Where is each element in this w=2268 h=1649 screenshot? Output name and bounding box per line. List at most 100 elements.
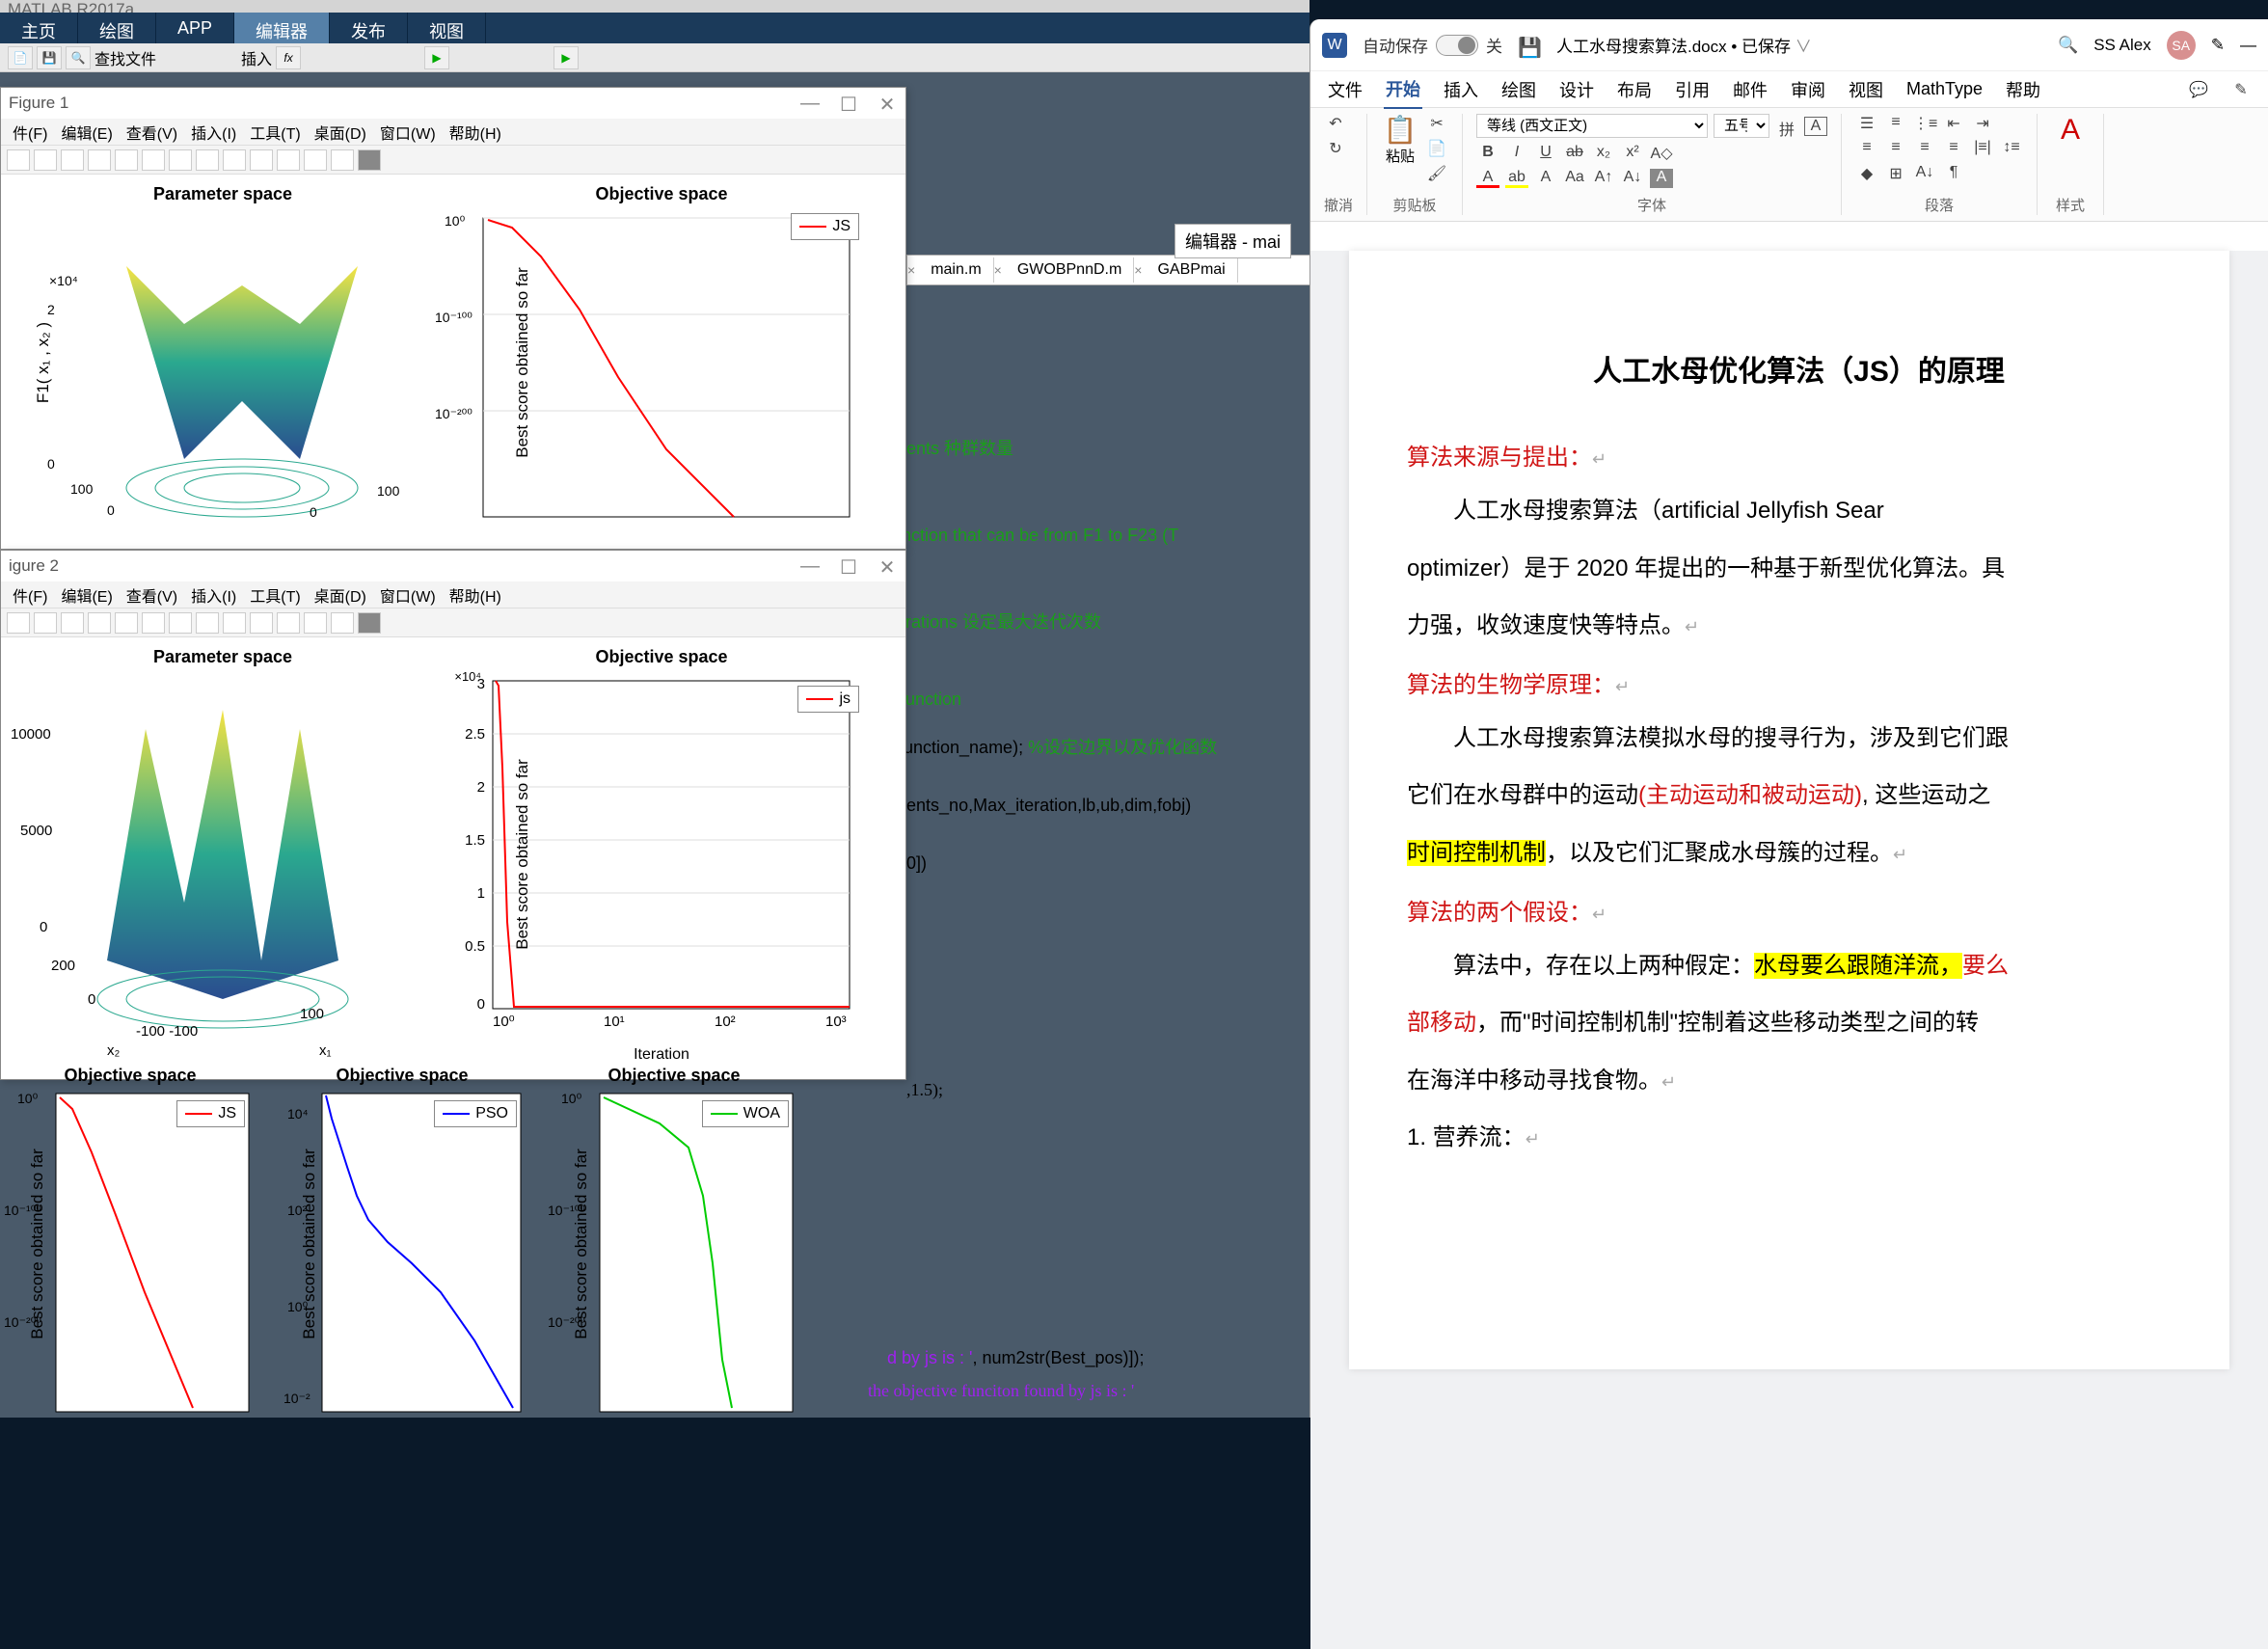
colorbar-icon[interactable] xyxy=(304,149,327,171)
circle-char-icon[interactable]: A xyxy=(1650,169,1673,188)
fx-icon[interactable]: fx xyxy=(276,46,301,69)
search-icon[interactable]: 🔍 xyxy=(2058,36,2078,55)
zoom-in-icon[interactable] xyxy=(115,149,138,171)
zoom-out-icon[interactable] xyxy=(142,149,165,171)
tab-home[interactable]: 主页 xyxy=(0,13,78,43)
word-titlebar[interactable]: W 自动保存 关 💾 人工水母搜索算法.docx • 已保存 ∨ 🔍 SS Al… xyxy=(1310,19,2268,71)
multilevel-icon[interactable]: ⋮≡ xyxy=(1913,114,1936,133)
justify-icon[interactable]: ≡ xyxy=(1942,139,1965,158)
font-color-icon[interactable]: A xyxy=(1476,169,1499,188)
minimize-icon[interactable]: — xyxy=(799,93,821,114)
save-icon[interactable] xyxy=(34,612,57,634)
tab-file[interactable]: 文件 xyxy=(1326,71,1364,108)
figure-1-titlebar[interactable]: Figure 1 — ☐ ✕ xyxy=(1,88,905,119)
strikethrough-icon[interactable]: ab xyxy=(1563,144,1586,163)
menu-file[interactable]: 件(F) xyxy=(7,119,53,145)
colorbar-icon[interactable] xyxy=(304,612,327,634)
rotate-icon[interactable] xyxy=(196,612,219,634)
subscript-icon[interactable]: x₂ xyxy=(1592,144,1615,163)
menu-window[interactable]: 窗口(W) xyxy=(374,581,442,608)
tab-help[interactable]: 帮助 xyxy=(2004,71,2042,108)
save-icon[interactable]: 💾 xyxy=(1518,36,1541,55)
align-center-icon[interactable]: ≡ xyxy=(1884,139,1907,158)
tab-layout[interactable]: 布局 xyxy=(1615,71,1654,108)
underline-icon[interactable]: U xyxy=(1534,144,1557,163)
tab-mail[interactable]: 邮件 xyxy=(1731,71,1769,108)
tab-view[interactable]: 视图 xyxy=(408,13,486,43)
document-page[interactable]: 人工水母优化算法（JS）的原理 算法来源与提出：↵ 人工水母搜索算法（artif… xyxy=(1349,251,2229,1369)
brush-icon[interactable] xyxy=(250,612,273,634)
menu-edit[interactable]: 编辑(E) xyxy=(55,119,118,145)
print-icon[interactable] xyxy=(61,149,84,171)
change-case-icon[interactable]: Aa xyxy=(1563,169,1586,188)
tab-mathtype[interactable]: MathType xyxy=(1904,73,1984,105)
distribute-icon[interactable]: |≡| xyxy=(1971,139,1994,158)
char-shading-icon[interactable]: A xyxy=(1534,169,1557,188)
figure-1-window[interactable]: Figure 1 — ☐ ✕ 件(F) 编辑(E) 查看(V) 插入(I) 工具… xyxy=(0,87,906,550)
highlight-icon[interactable]: ab xyxy=(1505,169,1528,188)
font-family-select[interactable]: 等线 (西文正文) xyxy=(1476,114,1708,138)
superscript-icon[interactable]: x² xyxy=(1621,144,1644,163)
cut-icon[interactable]: ✂ xyxy=(1425,114,1448,133)
zoom-out-icon[interactable] xyxy=(142,612,165,634)
file-tab-main[interactable]: main.m xyxy=(919,257,993,283)
figure-2-window[interactable]: igure 2 — ☐ ✕ 件(F) 编辑(E) 查看(V) 插入(I) 工具(… xyxy=(0,550,906,1080)
menu-edit[interactable]: 编辑(E) xyxy=(55,581,118,608)
menu-tools[interactable]: 工具(T) xyxy=(244,119,306,145)
new-file-icon[interactable]: 📄 xyxy=(8,46,33,69)
save-icon[interactable]: 💾 xyxy=(37,46,62,69)
char-border-icon[interactable]: A xyxy=(1804,117,1827,136)
new-icon[interactable] xyxy=(7,612,30,634)
datacursor-icon[interactable] xyxy=(223,612,246,634)
grow-font-icon[interactable]: A↑ xyxy=(1592,169,1615,188)
italic-icon[interactable]: I xyxy=(1505,144,1528,163)
menu-tools[interactable]: 工具(T) xyxy=(244,581,306,608)
redo-icon[interactable]: ↻ xyxy=(1324,139,1347,158)
menu-help[interactable]: 帮助(H) xyxy=(444,119,507,145)
hide-plot-icon[interactable] xyxy=(358,149,381,171)
file-tab-gwobp[interactable]: GWOBPnnD.m xyxy=(1006,257,1134,283)
close-tab-icon[interactable]: × xyxy=(907,262,915,278)
run-icon[interactable]: ▶ xyxy=(424,46,449,69)
maximize-icon[interactable]: ☐ xyxy=(838,93,859,114)
print-icon[interactable] xyxy=(61,612,84,634)
menu-window[interactable]: 窗口(W) xyxy=(374,119,442,145)
menu-view[interactable]: 查看(V) xyxy=(121,119,183,145)
menu-help[interactable]: 帮助(H) xyxy=(444,581,507,608)
pinyin-icon[interactable]: 拼 xyxy=(1775,117,1798,136)
user-avatar[interactable]: SA xyxy=(2167,31,2196,60)
menu-desktop[interactable]: 桌面(D) xyxy=(309,581,372,608)
shading-icon[interactable]: ◆ xyxy=(1855,164,1878,183)
edit-mode-icon[interactable]: ✎ xyxy=(2229,80,2253,99)
tab-design[interactable]: 设计 xyxy=(1557,71,1596,108)
tab-ref[interactable]: 引用 xyxy=(1673,71,1712,108)
tab-draw[interactable]: 绘图 xyxy=(1499,71,1538,108)
new-icon[interactable] xyxy=(7,149,30,171)
menu-desktop[interactable]: 桌面(D) xyxy=(309,119,372,145)
editor-code-area[interactable]: agents 种群数量 function that can be from F1… xyxy=(887,386,1311,887)
brush-icon[interactable] xyxy=(250,149,273,171)
zoom-in-icon[interactable] xyxy=(115,612,138,634)
pan-icon[interactable] xyxy=(169,149,192,171)
find-files-icon[interactable]: 🔍 xyxy=(66,46,91,69)
paste-button[interactable]: 📋 粘贴 xyxy=(1381,114,1419,162)
run-section-icon[interactable]: ▶ xyxy=(554,46,579,69)
borders-icon[interactable]: ⊞ xyxy=(1884,164,1907,183)
file-tab-gabp[interactable]: GABPmai xyxy=(1146,257,1237,283)
tab-start[interactable]: 开始 xyxy=(1384,70,1422,109)
tab-app[interactable]: APP xyxy=(156,13,234,43)
align-left-icon[interactable]: ≡ xyxy=(1855,139,1878,158)
numbering-icon[interactable]: ≡ xyxy=(1884,114,1907,133)
styles-button[interactable]: A xyxy=(2051,114,2090,162)
datacursor-icon[interactable] xyxy=(223,149,246,171)
pointer-icon[interactable] xyxy=(88,612,111,634)
comments-icon[interactable]: 💬 xyxy=(2187,80,2210,99)
line-spacing-icon[interactable]: ↕≡ xyxy=(2000,139,2023,158)
close-tab-icon[interactable]: × xyxy=(994,262,1002,278)
sort-icon[interactable]: A↓ xyxy=(1913,164,1936,183)
format-painter-icon[interactable]: 🖌 xyxy=(1425,164,1448,183)
pan-icon[interactable] xyxy=(169,612,192,634)
save-icon[interactable] xyxy=(34,149,57,171)
tab-view[interactable]: 视图 xyxy=(1847,71,1885,108)
document-filename[interactable]: 人工水母搜索算法.docx • 已保存 ∨ xyxy=(1556,33,1812,57)
